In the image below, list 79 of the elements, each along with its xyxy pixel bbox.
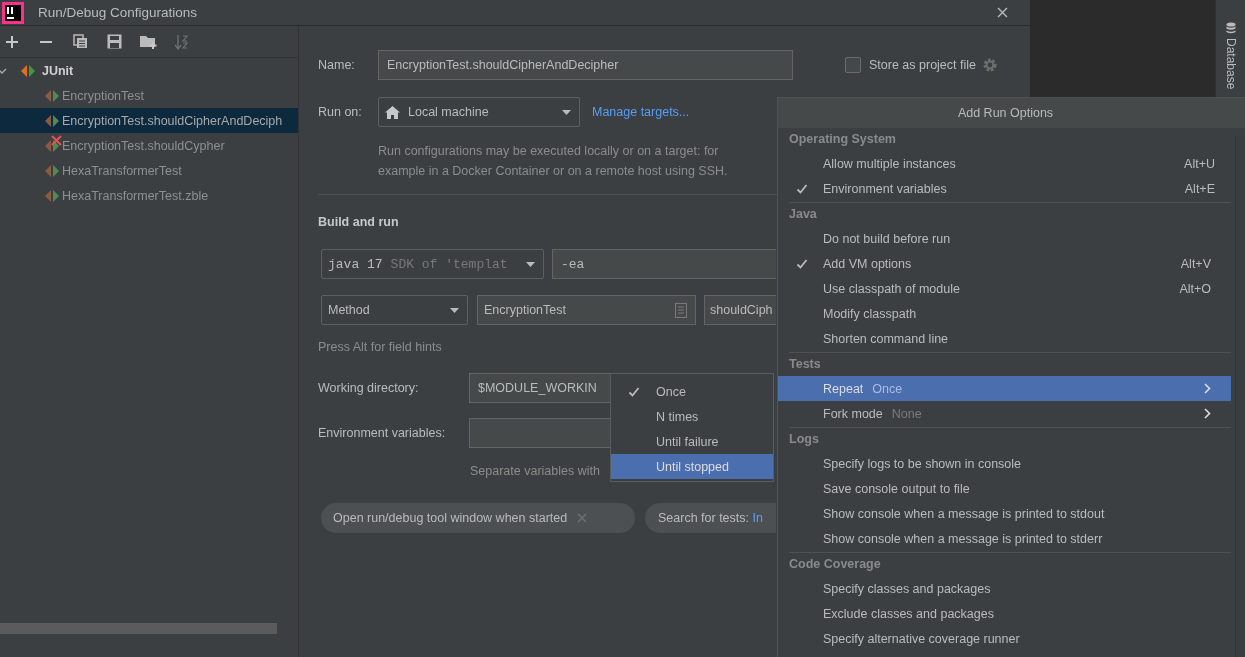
menu-item[interactable]: Modify classpath: [778, 301, 1231, 326]
menu-item[interactable]: N times: [611, 404, 773, 429]
check-icon: [796, 182, 808, 195]
menu-item[interactable]: Until failure: [611, 429, 773, 454]
test-icon: [44, 188, 60, 203]
manage-targets-link[interactable]: Manage targets...: [592, 105, 690, 119]
checkbox-label: Store as project file: [869, 58, 976, 72]
tree-item[interactable]: EncryptionTest.shouldCipherAndDeciph: [0, 108, 298, 133]
tree-item[interactable]: EncryptionTest.shouldCypher: [0, 133, 298, 158]
menu-item[interactable]: Show console when a message is printed to stderr: [778, 526, 1231, 551]
hint-text: Press Alt for field hints: [318, 339, 442, 355]
run-target-dropdown[interactable]: Local machine: [378, 97, 580, 127]
name-field[interactable]: EncryptionTest.shouldCipherAndDecipher: [378, 50, 793, 80]
menu-item[interactable]: Repeat Once: [778, 376, 1231, 401]
test-kind-dropdown[interactable]: Method: [321, 295, 468, 325]
group-header: Code Coverage: [789, 556, 882, 573]
house-icon: [385, 105, 400, 119]
jre-dropdown[interactable]: java 17 SDK of 'templat: [321, 249, 544, 279]
menu-item[interactable]: Fork mode None: [778, 401, 1231, 426]
save-icon: [106, 34, 122, 49]
dropdown-caret-icon: [562, 109, 571, 115]
field-label: Working directory:: [318, 381, 420, 395]
check-icon: [796, 257, 808, 270]
add-icon: [6, 35, 18, 48]
help-text: Separate variables with: [470, 463, 600, 479]
popup-title: Add Run Options: [957, 106, 1054, 120]
close-button[interactable]: [997, 7, 1008, 18]
menu-item[interactable]: Exclude classes and packages: [778, 601, 1231, 626]
dropdown-caret-icon: [450, 307, 459, 313]
field-label: Environment variables:: [318, 426, 447, 440]
working-directory-field[interactable]: $MODULE_WORKIN: [469, 373, 610, 403]
menu-item[interactable]: Specify alternative coverage runner: [778, 626, 1231, 651]
close-icon: [997, 7, 1008, 18]
menu-item[interactable]: Environment variables Alt+E: [778, 176, 1235, 201]
group-header: Operating System: [789, 131, 897, 148]
sort-icon: [175, 33, 189, 50]
group-header: Tests: [789, 356, 822, 373]
junit-icon: [20, 63, 36, 78]
check-icon: [628, 385, 640, 398]
checkbox[interactable]: [845, 57, 861, 73]
method-field[interactable]: shouldCiph: [704, 295, 776, 325]
tree-item[interactable]: HexaTransformerTest: [0, 158, 298, 183]
test-icon: [44, 163, 60, 178]
class-field[interactable]: EncryptionTest: [477, 295, 696, 325]
environment-variables-field[interactable]: [469, 418, 610, 448]
menu-item[interactable]: Allow multiple instances Alt+U: [778, 151, 1235, 176]
menu-item[interactable]: Save console output to file: [778, 476, 1231, 501]
copy-icon: [72, 34, 88, 49]
database-icon: [1225, 22, 1236, 34]
menu-item[interactable]: Shorten command line: [778, 326, 1231, 351]
field-label: Run on:: [318, 105, 363, 119]
help-text: Run configurations may be executed locally or on a target: for example in a Docker Container or on a remote host using SSH.: [378, 143, 729, 180]
tree-item[interactable]: HexaTransformerTest.zble: [0, 183, 298, 208]
menu-item[interactable]: Add VM options Alt+V: [778, 251, 1231, 276]
tree-item[interactable]: JUnit: [0, 58, 298, 83]
folder-icon: [139, 34, 157, 49]
group-header: Java: [789, 206, 818, 223]
menu-item[interactable]: Use classpath of module Alt+O: [778, 276, 1231, 301]
option-chip[interactable]: Open run/debug tool window when started: [321, 503, 635, 533]
menu-item[interactable]: Once: [611, 379, 773, 404]
menu-item[interactable]: Specify classes and packages: [778, 576, 1231, 601]
database-tab[interactable]: Database: [1223, 22, 1238, 90]
window-title: Run/Debug Configurations: [38, 5, 198, 20]
option-chip[interactable]: Search for tests: In: [645, 503, 776, 533]
menu-item[interactable]: Show console when a message is printed to stdout: [778, 501, 1231, 526]
tree-item[interactable]: EncryptionTest: [0, 83, 298, 108]
menu-item[interactable]: Do not build before run: [778, 226, 1231, 251]
test-icon: [44, 138, 60, 153]
section-title: Build and run: [318, 214, 399, 231]
test-icon: [44, 113, 60, 128]
vm-options-field[interactable]: -ea: [552, 249, 776, 279]
menu-item[interactable]: Until stopped: [611, 454, 773, 479]
field-label: Name:: [318, 58, 356, 72]
app-logo-icon: [2, 1, 24, 24]
dropdown-caret-icon: [526, 261, 535, 267]
group-header: Logs: [789, 431, 820, 448]
menu-item[interactable]: Specify logs to be shown in console: [778, 451, 1231, 476]
remove-icon: [40, 40, 52, 43]
test-icon: [44, 88, 60, 103]
